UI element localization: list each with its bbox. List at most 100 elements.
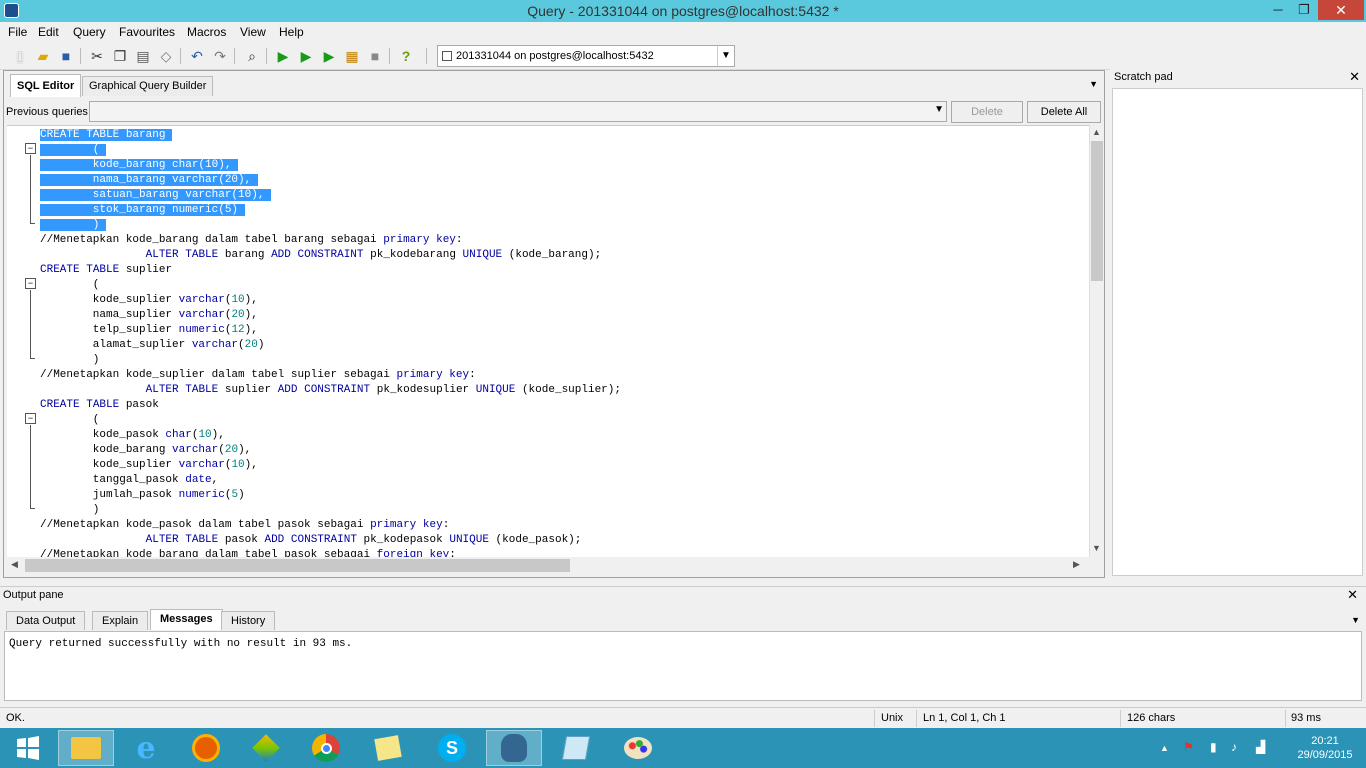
code-line: ) — [40, 504, 100, 516]
tab-sql-editor[interactable]: SQL Editor — [10, 74, 82, 97]
tab-history[interactable]: History — [221, 611, 276, 630]
code-line: ALTER TABLE pasok ADD CONSTRAINT pk_kode… — [145, 534, 582, 546]
fold-toggle-icon[interactable]: − — [25, 278, 36, 289]
paste-icon[interactable]: ▤ — [134, 47, 152, 65]
undo-icon[interactable]: ↶ — [188, 47, 206, 65]
network-icon[interactable]: ▟ — [1256, 740, 1265, 754]
clear-icon[interactable]: ◇ — [157, 47, 175, 65]
code-line: kode_barang char(10), — [40, 159, 239, 171]
output-pane: Output pane ✕ Data Output Explain Messag… — [0, 586, 1366, 706]
connection-select[interactable]: 201331044 on postgres@localhost:5432 ▼ — [437, 45, 735, 67]
sql-code-editor[interactable]: − − − CREATE TABLE barang ( kode_barang … — [7, 125, 1089, 557]
connection-value: 201331044 on postgres@localhost:5432 — [456, 50, 654, 62]
tab-graphical-query-builder[interactable]: Graphical Query Builder — [82, 76, 214, 96]
battery-icon[interactable]: ▮ — [1210, 740, 1217, 754]
code-line: ( — [40, 414, 100, 426]
menu-query[interactable]: Query — [73, 25, 106, 39]
toolbar: ▯ ▰ ■ ✂ ❐ ▤ ◇ ↶ ↷ ⌕ ▶ ▶ ▶ ▦ ■ ? 20133104… — [0, 42, 1366, 70]
delete-button[interactable]: Delete — [951, 101, 1023, 123]
tab-menu-icon[interactable]: ▼ — [1351, 615, 1360, 625]
execute-icon[interactable]: ▶ — [274, 47, 292, 65]
find-icon[interactable]: ⌕ — [243, 47, 261, 65]
action-center-icon[interactable]: ⚑ — [1183, 740, 1194, 754]
scroll-up-icon[interactable]: ▲ — [1092, 127, 1101, 137]
code-line: nama_suplier varchar(20), — [40, 309, 258, 321]
fold-toggle-icon[interactable]: − — [25, 143, 36, 154]
cut-icon[interactable]: ✂ — [88, 47, 106, 65]
tab-data-output[interactable]: Data Output — [6, 611, 86, 630]
notepad-icon[interactable] — [548, 730, 604, 766]
paint-icon[interactable] — [610, 730, 666, 766]
code-line: tanggal_pasok date, — [40, 474, 219, 486]
code-line: nama_barang varchar(20), — [40, 174, 258, 186]
code-line: satuan_barang varchar(10), — [40, 189, 272, 201]
clock[interactable]: 20:21 29/09/2015 — [1290, 734, 1360, 762]
save-icon[interactable]: ■ — [57, 47, 75, 65]
chevron-down-icon[interactable]: ▼ — [934, 104, 944, 115]
editor-horizontal-scrollbar[interactable]: ◀ ▶ — [7, 557, 1089, 574]
help-icon[interactable]: ? — [397, 47, 415, 65]
tab-explain[interactable]: Explain — [92, 611, 149, 630]
previous-queries-select[interactable]: ▼ — [89, 101, 947, 122]
sticky-notes-icon[interactable] — [360, 730, 416, 766]
skype-icon[interactable]: S — [424, 730, 480, 766]
redo-icon[interactable]: ↷ — [211, 47, 229, 65]
close-icon[interactable]: ✕ — [1347, 587, 1358, 603]
code-lines: CREATE TABLE barang ( kode_barang char(1… — [40, 128, 621, 557]
chevron-down-icon[interactable]: ▼ — [717, 46, 734, 66]
tab-menu-icon[interactable]: ▼ — [1089, 79, 1098, 89]
close-button[interactable]: ✕ — [1318, 0, 1364, 20]
code-line: kode_suplier varchar(10), — [40, 459, 258, 471]
file-explorer-icon[interactable] — [58, 730, 114, 766]
new-file-icon[interactable]: ▯ — [11, 47, 29, 65]
editor-vertical-scrollbar[interactable]: ▲ ▼ — [1089, 125, 1104, 557]
status-state: OK. — [6, 712, 25, 724]
code-line: ALTER TABLE barang ADD CONSTRAINT pk_kod… — [145, 249, 602, 261]
fold-toggle-icon[interactable]: − — [25, 413, 36, 424]
code-line: ( — [40, 279, 100, 291]
execute-to-file-icon[interactable]: ▶ — [320, 47, 338, 65]
scroll-right-icon[interactable]: ▶ — [1073, 559, 1080, 570]
chrome-icon[interactable] — [298, 730, 354, 766]
menu-file[interactable]: File — [8, 25, 27, 39]
menu-help[interactable]: Help — [279, 25, 304, 39]
tab-messages[interactable]: Messages — [150, 609, 223, 630]
bluestacks-icon[interactable] — [238, 730, 294, 766]
status-position: Ln 1, Col 1, Ch 1 — [923, 712, 1006, 724]
code-line: kode_pasok char(10), — [40, 429, 225, 441]
pgadmin-taskbar-icon[interactable] — [486, 730, 542, 766]
show-hidden-icons-icon[interactable]: ▲ — [1160, 743, 1169, 753]
status-encoding: Unix — [881, 712, 904, 724]
minimize-button[interactable]: ─ — [1264, 0, 1292, 20]
maximize-button[interactable]: ❐ — [1290, 0, 1318, 20]
explain-icon[interactable]: ▦ — [343, 47, 361, 65]
taskbar: e S ▲ ⚑ ▮ ♪ ▟ 20:21 29/09/2015 — [0, 728, 1366, 768]
start-button[interactable] — [0, 730, 56, 766]
scroll-down-icon[interactable]: ▼ — [1092, 543, 1101, 553]
delete-all-button[interactable]: Delete All — [1027, 101, 1101, 123]
editor-tabs: SQL Editor Graphical Query Builder ▼ — [4, 71, 1104, 97]
code-line: alamat_suplier varchar(20) — [40, 339, 265, 351]
internet-explorer-icon[interactable]: e — [118, 730, 174, 766]
volume-icon[interactable]: ♪ — [1231, 740, 1237, 754]
messages-output[interactable]: Query returned successfully with no resu… — [4, 631, 1362, 701]
cancel-query-icon[interactable]: ■ — [366, 47, 384, 65]
title-bar: Query - 201331044 on postgres@localhost:… — [0, 0, 1366, 22]
scratch-pad-textarea[interactable] — [1112, 88, 1363, 576]
close-icon[interactable]: ✕ — [1349, 69, 1360, 85]
menu-edit[interactable]: Edit — [38, 25, 59, 39]
code-line: telp_suplier numeric(12), — [40, 324, 258, 336]
open-folder-icon[interactable]: ▰ — [34, 47, 52, 65]
connection-checkbox-icon — [442, 51, 452, 61]
menu-favourites[interactable]: Favourites — [119, 25, 175, 39]
menu-view[interactable]: View — [240, 25, 266, 39]
status-time: 93 ms — [1291, 712, 1321, 724]
scroll-left-icon[interactable]: ◀ — [11, 559, 18, 570]
menu-macros[interactable]: Macros — [187, 25, 226, 39]
copy-icon[interactable]: ❐ — [111, 47, 129, 65]
execute-pgscript-icon[interactable]: ▶ — [297, 47, 315, 65]
scroll-thumb[interactable] — [1091, 141, 1103, 281]
scroll-thumb[interactable] — [25, 559, 570, 572]
code-line: ( — [40, 144, 107, 156]
firefox-icon[interactable] — [178, 730, 234, 766]
